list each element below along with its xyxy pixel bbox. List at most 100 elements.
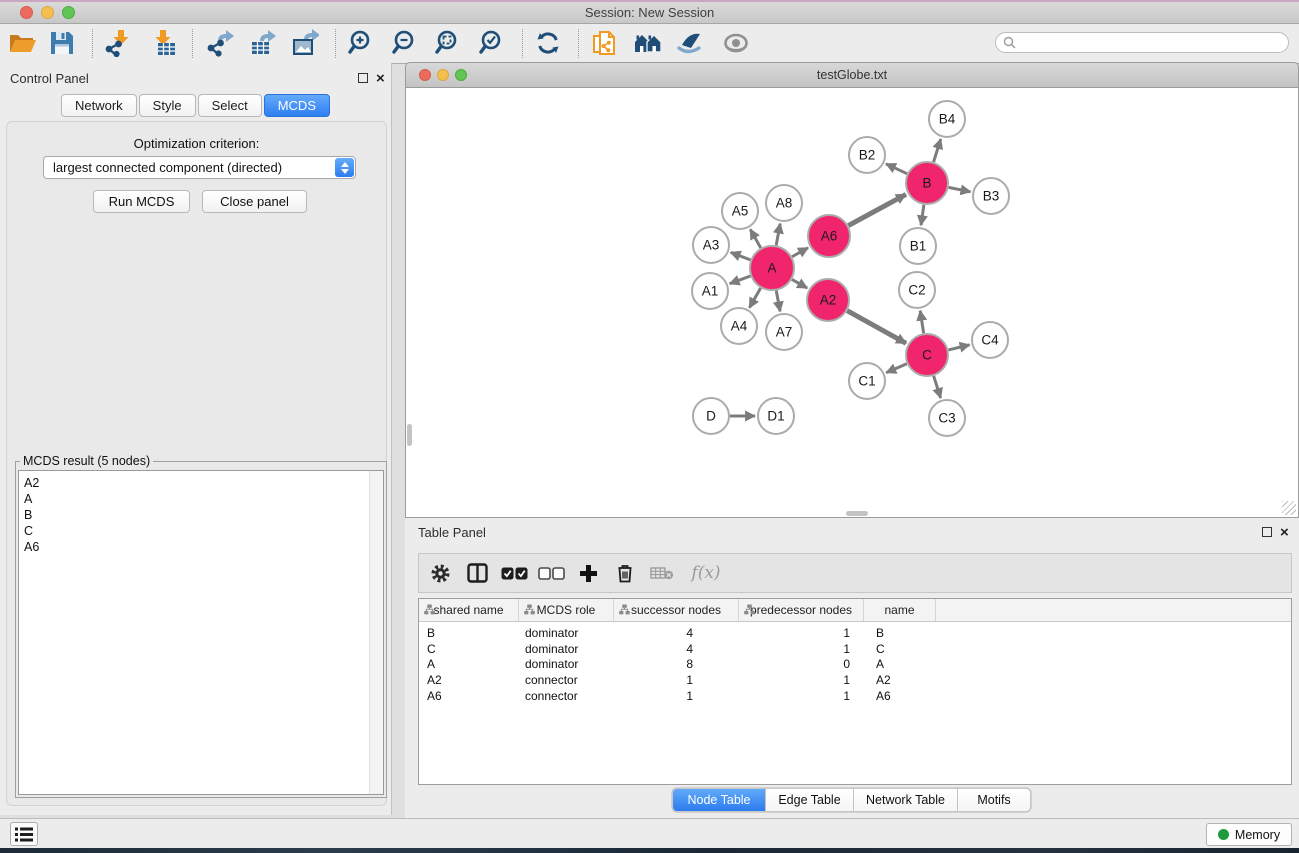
network-hscroll-thumb[interactable] [846, 511, 868, 516]
graph-edge-A2-C[interactable] [847, 311, 906, 344]
graph-node-A8[interactable]: A8 [766, 185, 802, 221]
column-header-1[interactable]: MCDS role [519, 599, 614, 621]
close-window-button[interactable] [20, 6, 33, 19]
tab-network[interactable]: Network [61, 94, 137, 117]
graph-node-C1[interactable]: C1 [849, 363, 885, 399]
graph-node-B4[interactable]: B4 [929, 101, 965, 137]
table-row[interactable]: Bdominator41B [419, 625, 1291, 641]
graph-node-C4[interactable]: C4 [972, 322, 1008, 358]
column-header-3[interactable]: predecessor nodes [739, 599, 864, 621]
graph-node-A6[interactable]: A6 [808, 215, 850, 257]
graph-node-A4[interactable]: A4 [721, 308, 757, 344]
zoom-in-button[interactable] [343, 26, 379, 60]
close-network-button[interactable] [419, 69, 431, 81]
optimization-criterion-select[interactable]: largest connected component (directed) [43, 156, 356, 179]
graph-edge-B-B4[interactable] [934, 139, 941, 162]
mcds-result-item[interactable]: B [19, 507, 383, 523]
tab-style[interactable]: Style [139, 94, 196, 117]
graph-node-D[interactable]: D [693, 398, 729, 434]
open-session-button[interactable] [4, 26, 40, 60]
tab-edge-table[interactable]: Edge Table [766, 789, 854, 811]
select-all-button[interactable] [499, 558, 529, 588]
add-column-button[interactable] [573, 558, 603, 588]
graph-node-A[interactable]: A [750, 246, 794, 290]
column-header-4[interactable]: name [864, 599, 936, 621]
show-panels-button[interactable] [10, 822, 38, 846]
delete-table-button[interactable] [647, 558, 677, 588]
float-table-panel-icon[interactable] [1262, 527, 1272, 537]
tab-network-table[interactable]: Network Table [854, 789, 958, 811]
delete-columns-button[interactable] [610, 558, 640, 588]
graph-edge-C-C2[interactable] [920, 311, 923, 334]
import-table-button[interactable] [148, 26, 184, 60]
graph-edge-A-A1[interactable] [730, 276, 751, 284]
minimize-network-button[interactable] [437, 69, 449, 81]
graph-edge-A6-B[interactable] [848, 194, 906, 225]
export-table-button[interactable] [244, 26, 280, 60]
export-image-button[interactable] [287, 26, 323, 60]
table-row[interactable]: A2connector11A2 [419, 672, 1291, 688]
hide-graphics-details-button[interactable] [718, 26, 754, 60]
zoom-fit-button[interactable] [430, 26, 466, 60]
float-panel-icon[interactable] [358, 73, 368, 83]
show-graphics-details-button[interactable] [672, 26, 708, 60]
graph-node-B3[interactable]: B3 [973, 178, 1009, 214]
import-network-button[interactable] [100, 26, 136, 60]
deselect-all-button[interactable] [536, 558, 566, 588]
graph-node-A2[interactable]: A2 [807, 279, 849, 321]
graph-node-A7[interactable]: A7 [766, 314, 802, 350]
graph-node-C[interactable]: C [906, 334, 948, 376]
zoom-window-button[interactable] [62, 6, 75, 19]
tab-motifs[interactable]: Motifs [958, 789, 1030, 811]
zoom-out-button[interactable] [387, 26, 423, 60]
graph-edge-B-B1[interactable] [921, 205, 924, 225]
save-session-button[interactable] [44, 26, 80, 60]
clone-network-button[interactable] [587, 26, 623, 60]
graph-node-C3[interactable]: C3 [929, 400, 965, 436]
graph-edge-A-A2[interactable] [792, 279, 807, 288]
mcds-result-item[interactable]: C [19, 523, 383, 539]
zoom-network-button[interactable] [455, 69, 467, 81]
graph-node-B2[interactable]: B2 [849, 137, 885, 173]
column-header-0[interactable]: shared name [419, 599, 519, 621]
search-input[interactable] [1020, 35, 1288, 51]
graph-edge-B-B3[interactable] [949, 187, 971, 191]
graph-edge-C-C3[interactable] [934, 376, 941, 398]
resize-grip[interactable] [1282, 501, 1296, 515]
column-header-2[interactable]: successor nodes [614, 599, 739, 621]
graph-node-D1[interactable]: D1 [758, 398, 794, 434]
apply-layout-button[interactable] [530, 26, 566, 60]
graph-edge-A-A5[interactable] [750, 229, 760, 248]
graph-node-C2[interactable]: C2 [899, 272, 935, 308]
run-mcds-button[interactable]: Run MCDS [93, 190, 190, 213]
mcds-result-item[interactable]: A2 [19, 475, 383, 491]
graph-edge-A-A6[interactable] [792, 248, 808, 257]
mcds-result-item[interactable]: A [19, 491, 383, 507]
graph-edge-A-A8[interactable] [776, 224, 780, 246]
graph-edge-A-A3[interactable] [731, 252, 751, 259]
graph-node-B[interactable]: B [906, 162, 948, 204]
tab-node-table[interactable]: Node Table [673, 789, 766, 811]
homes-button[interactable] [630, 26, 666, 60]
split-panel-button[interactable] [462, 558, 492, 588]
mcds-result-item[interactable]: A6 [19, 539, 383, 555]
graph-edge-B-B2[interactable] [886, 164, 907, 174]
table-row[interactable]: Cdominator41C [419, 641, 1291, 657]
close-panel-icon[interactable]: × [376, 74, 385, 84]
export-network-button[interactable] [202, 26, 238, 60]
result-scrollbar[interactable] [369, 471, 383, 794]
close-panel-button[interactable]: Close panel [202, 190, 307, 213]
graph-node-B1[interactable]: B1 [900, 228, 936, 264]
tab-mcds[interactable]: MCDS [264, 94, 330, 117]
graph-edge-A-A4[interactable] [749, 288, 760, 308]
graph-node-A5[interactable]: A5 [722, 193, 758, 229]
graph-node-A1[interactable]: A1 [692, 273, 728, 309]
network-canvas[interactable]: B4B2BB3A8A5A6B1A3AA1C2A2A4A7C4CC1C3DD1 [405, 88, 1299, 518]
minimize-window-button[interactable] [41, 6, 54, 19]
graph-edge-C-C1[interactable] [886, 364, 907, 373]
zoom-selected-button[interactable] [474, 26, 510, 60]
network-vscroll-thumb[interactable] [407, 424, 412, 446]
graph-edge-C-C4[interactable] [948, 345, 969, 350]
graph-edge-A-A7[interactable] [776, 291, 780, 312]
function-builder-button[interactable]: f(x) [684, 558, 728, 588]
